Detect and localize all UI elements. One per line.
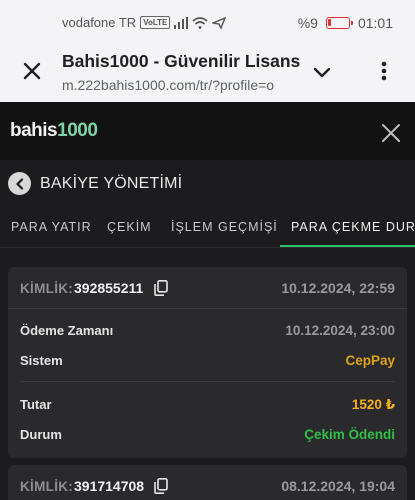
payment-time-value: 10.12.2024, 23:00 (285, 323, 395, 338)
transaction-card-header: KİMLİK: 391714708 08.12.2024, 19:04 (8, 465, 407, 500)
status-bar: vodafone TR VoLTE %9 01:01 (0, 0, 415, 44)
browser-toolbar: Bahis1000 - Güvenilir Lisans m.222bahis1… (0, 44, 415, 102)
system-label: Sistem (20, 353, 63, 368)
logo-text: bahis (10, 120, 58, 141)
close-icon[interactable] (380, 122, 402, 144)
site-logo[interactable]: bahis1000 (10, 120, 98, 142)
battery-icon (325, 17, 353, 29)
tab-withdraw[interactable]: ÇEKİM (107, 220, 152, 234)
send-icon (212, 16, 227, 29)
more-vert-icon[interactable] (372, 59, 396, 83)
browser-url[interactable]: m.222bahis1000.com/tr/?profile=o (62, 77, 320, 93)
transaction-date: 08.12.2024, 19:04 (281, 478, 395, 494)
chevron-down-icon[interactable] (310, 60, 334, 84)
wifi-icon (192, 16, 208, 29)
tab-deposit[interactable]: PARA YATIR (11, 220, 92, 234)
transaction-card: KİMLİK: 392855211 10.12.2024, 22:59 Ödem… (8, 267, 407, 458)
signal-icon (174, 16, 189, 29)
status-right: %9 01:01 (298, 15, 393, 31)
clock: 01:01 (357, 15, 393, 31)
browser-page-title: Bahis1000 - Güvenilir Lisans (62, 51, 301, 71)
tab-history[interactable]: İŞLEM GEÇMİŞİ (171, 220, 278, 234)
status-value: Çekim Ödendi (304, 427, 395, 442)
page-title: BAKİYE YÖNETİMİ (40, 175, 183, 192)
payment-time-label: Ödeme Zamanı (20, 323, 114, 338)
chevron-left-icon (15, 177, 23, 190)
id-label: KİMLİK: (20, 479, 74, 494)
transaction-id: 391714708 (74, 478, 145, 494)
site-header: bahis1000 (0, 102, 415, 160)
carrier-label: vodafone TR (62, 15, 137, 30)
battery-percent: %9 (297, 15, 318, 31)
volte-badge: VoLTE (140, 16, 171, 29)
tab-bar: PARA YATIR ÇEKİM İŞLEM GEÇMİŞİ PARA ÇEKM… (0, 206, 415, 248)
copy-icon[interactable] (154, 280, 168, 296)
id-label: KİMLİK: (20, 281, 74, 296)
transaction-date: 10.12.2024, 22:59 (281, 280, 395, 296)
transaction-card: KİMLİK: 391714708 08.12.2024, 19:04 (8, 465, 407, 500)
transactions-list: KİMLİK: 392855211 10.12.2024, 22:59 Ödem… (0, 249, 415, 500)
status-left: vodafone TR VoLTE (62, 15, 227, 30)
divider (20, 381, 395, 382)
amount-value: 1520 ₺ (351, 397, 395, 412)
system-value: CepPay (345, 353, 395, 368)
status-label: Durum (20, 427, 62, 442)
transaction-id: 392855211 (74, 280, 144, 296)
transaction-card-header: KİMLİK: 392855211 10.12.2024, 22:59 (8, 267, 407, 309)
page-header: BAKİYE YÖNETİMİ (0, 160, 415, 206)
copy-icon[interactable] (154, 478, 168, 494)
back-button[interactable] (8, 172, 31, 195)
logo-text-accent: 1000 (57, 120, 98, 141)
amount-label: Tutar (20, 397, 52, 412)
tab-withdraw-status[interactable]: PARA ÇEKME DURUMU (291, 220, 415, 234)
active-tab-indicator (280, 245, 415, 247)
close-icon[interactable] (20, 59, 44, 83)
